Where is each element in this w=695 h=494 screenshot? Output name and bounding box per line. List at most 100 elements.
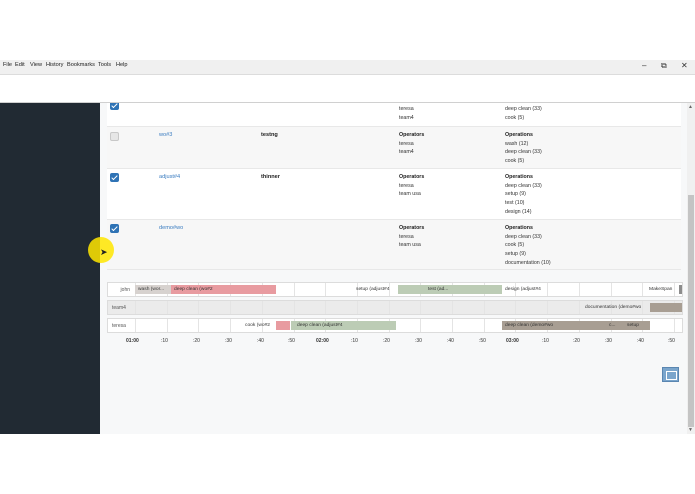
gantt-bar[interactable]: cook (wo#2 — [242, 321, 276, 330]
gantt-bar[interactable]: design (adjust#4 — [502, 285, 562, 294]
gantt-grid-line — [420, 301, 422, 314]
operator-item: team4 — [399, 149, 414, 156]
gantt-grid-line — [325, 301, 327, 314]
gantt-grid-line — [483, 319, 485, 332]
menu-view[interactable]: View — [30, 62, 42, 68]
scroll-thumb[interactable] — [688, 195, 694, 427]
gantt-grid-line — [261, 301, 263, 314]
operators-list: teresa team4 — [399, 105, 414, 122]
axis-tick: :20 — [573, 338, 580, 344]
axis-tick: :50 — [288, 338, 295, 344]
checkbox-icon[interactable] — [110, 224, 119, 233]
operations-header: Operations — [505, 174, 533, 180]
operation-item: cook (5) — [505, 242, 525, 249]
operator-item: teresa — [399, 140, 414, 147]
gantt-grid-line — [230, 319, 232, 332]
work-order-name: thinner — [261, 174, 280, 180]
gantt-grid-line — [135, 301, 136, 314]
operators-header: Operators — [399, 132, 425, 138]
gantt-bar[interactable]: deep clean (wo#2 — [171, 285, 276, 294]
table-row: adjust#4 thinner Operators teresa team u… — [107, 169, 681, 220]
gantt-bar[interactable] — [276, 321, 290, 330]
operation-item: deep clean (33) — [505, 182, 542, 189]
gantt-bar[interactable]: setup (adjust#4 — [353, 285, 398, 294]
operations-header: Operations — [505, 132, 533, 138]
restore-button[interactable]: ⧉ — [661, 61, 667, 71]
work-order-link[interactable]: demo#wo — [159, 225, 183, 231]
gantt-grid-line — [166, 301, 168, 314]
menu-bookmarks[interactable]: Bookmarks — [67, 62, 95, 68]
table-row: wo#3 testng Operators teresa team4 Opera… — [107, 127, 681, 169]
gantt-grid-line — [452, 301, 453, 314]
menu-help[interactable]: Help — [116, 62, 128, 68]
scroll-down-icon[interactable]: ▼ — [688, 427, 693, 433]
scroll-up-icon[interactable]: ▲ — [688, 104, 693, 110]
gantt-bar[interactable]: documentation (demo#wo — [582, 303, 650, 312]
table-row: ···· ········ teresa team4 deep clean (3… — [107, 103, 681, 127]
gantt-row-label: team4 — [112, 305, 126, 311]
menu-history[interactable]: History — [46, 62, 63, 68]
close-button[interactable]: ✕ — [681, 61, 688, 70]
gantt-bar-fill — [650, 303, 682, 312]
gantt-grid-line — [198, 319, 200, 332]
operation-item: setup (9) — [505, 191, 526, 198]
gantt-bar[interactable]: test (ad... — [398, 285, 502, 294]
operators-header: Operators — [399, 225, 425, 231]
sidebar — [0, 103, 100, 434]
operators-list: Operators teresa team usa — [399, 224, 424, 250]
operators-list: Operators teresa team usa — [399, 173, 424, 199]
checkbox-icon[interactable] — [110, 103, 119, 110]
operation-item: deep clean (33) — [505, 233, 542, 240]
gantt-bar[interactable]: MakeSpan — [646, 285, 678, 294]
operations-header: Operations — [505, 225, 533, 231]
fullscreen-icon[interactable] — [662, 367, 679, 382]
main-content: ···· ········ teresa team4 deep clean (3… — [100, 103, 687, 434]
gantt-grid-line — [230, 301, 232, 314]
work-order-link[interactable]: wo#3 — [159, 132, 172, 138]
axis-tick: 03:00 — [506, 338, 519, 344]
gantt-bar[interactable]: c... — [606, 321, 624, 330]
axis-tick: :40 — [257, 338, 264, 344]
gantt-grid-line — [388, 301, 390, 314]
operator-item: teresa — [399, 233, 414, 240]
vertical-scrollbar[interactable]: ▲ ▼ — [687, 103, 695, 434]
gantt-grid-line — [578, 283, 580, 296]
gantt-row-teresa: teresa cook (wo#2 deep clean (adjust#4 d… — [107, 318, 683, 333]
gantt-bar[interactable]: deep clean (adjust#4 — [291, 321, 396, 330]
operations-list: deep clean (33) cook (5) — [505, 105, 542, 122]
operations-list: Operations deep clean (33) cook (5) setu… — [505, 224, 551, 268]
work-order-name: testng — [261, 132, 278, 138]
axis-tick: :30 — [605, 338, 612, 344]
gantt-bar[interactable]: deep clean (demo#wo — [502, 321, 606, 330]
work-order-link[interactable]: adjust#4 — [159, 174, 180, 180]
gantt-grid-line — [356, 301, 358, 314]
operation-item: design (14) — [505, 208, 532, 215]
gantt-bar[interactable]: setup — [624, 321, 650, 330]
axis-tick: :40 — [447, 338, 454, 344]
minimize-button[interactable]: – — [642, 61, 646, 70]
axis-tick: 02:00 — [316, 338, 329, 344]
menu-tools[interactable]: Tools — [98, 62, 111, 68]
gantt-grid-line — [293, 283, 295, 296]
toolbar-area — [0, 75, 695, 103]
checkbox-icon[interactable] — [110, 173, 119, 182]
menu-file[interactable]: File — [3, 62, 12, 68]
axis-tick: :50 — [479, 338, 486, 344]
gantt-row-team4: team4 documentation (demo#wo — [107, 300, 683, 315]
gantt-grid-line — [135, 319, 136, 332]
menu-edit[interactable]: Edit — [15, 62, 25, 68]
row-name-cut: ········ — [261, 103, 275, 105]
operation-item: documentation (10) — [505, 259, 551, 266]
mouse-pointer-icon: ➤ — [100, 247, 108, 257]
gantt-grid-line — [325, 283, 327, 296]
gantt-bar[interactable]: wash (wor... — [135, 285, 171, 294]
gantt-row-label: teresa — [112, 323, 126, 329]
gantt-grid-line — [673, 319, 675, 332]
checkbox-icon[interactable] — [110, 132, 119, 141]
operator-item: teresa — [399, 182, 414, 189]
blank-bottom-area — [0, 434, 695, 494]
gantt-bar-marker — [679, 285, 682, 294]
axis-tick: :10 — [351, 338, 358, 344]
gantt-row-label: john — [120, 287, 130, 293]
operation-item: test (10) — [505, 200, 525, 207]
